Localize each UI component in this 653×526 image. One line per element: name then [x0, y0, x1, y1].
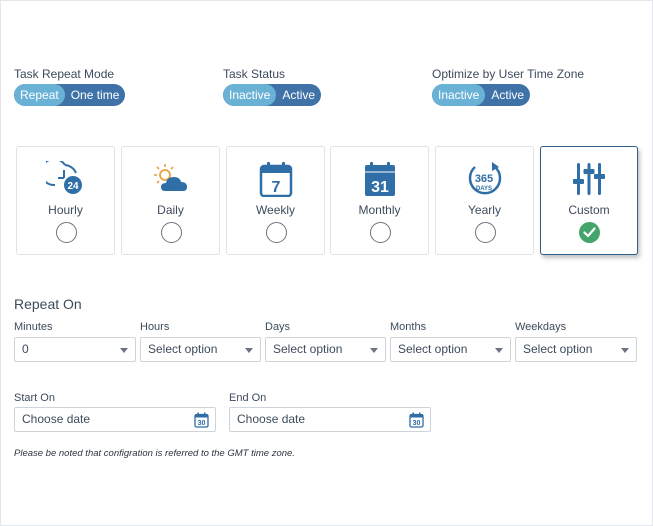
minutes-select[interactable]: 0: [14, 337, 136, 362]
card-daily[interactable]: Daily: [121, 146, 220, 255]
radio-custom[interactable]: [579, 222, 600, 243]
one-time-option[interactable]: One time: [65, 84, 126, 106]
weekdays-value: Select option: [523, 342, 593, 356]
card-hourly[interactable]: 24 Hourly: [16, 146, 115, 255]
hours-value: Select option: [148, 342, 218, 356]
checkmark-icon: [583, 227, 596, 238]
days-select[interactable]: Select option: [265, 337, 386, 362]
card-monthly[interactable]: 31 Monthly: [330, 146, 429, 255]
hours-select[interactable]: Select option: [140, 337, 261, 362]
months-label: Months: [390, 321, 427, 333]
calendar-7-icon: 7: [259, 162, 292, 197]
calendar-icon[interactable]: 30: [194, 412, 209, 428]
yearly-icon-subtext: DAYS: [475, 186, 491, 192]
weekdays-label: Weekdays: [515, 321, 567, 333]
optimize-inactive-option[interactable]: Inactive: [432, 84, 486, 106]
days-label: Days: [265, 321, 291, 333]
task-status-inactive-option[interactable]: Inactive: [223, 84, 277, 106]
card-label: Monthly: [358, 203, 401, 217]
card-custom[interactable]: Custom: [540, 146, 638, 255]
start-calendar-icon-text: 30: [198, 420, 206, 427]
weekly-icon-text: 7: [271, 179, 280, 196]
end-date-placeholder: Choose date: [237, 412, 306, 426]
chevron-down-icon: [120, 348, 128, 353]
days-value: Select option: [273, 342, 343, 356]
sun-cloud-icon: [153, 164, 187, 191]
chevron-down-icon: [245, 348, 253, 353]
card-label: Weekly: [255, 203, 296, 217]
365-days-icon: 365 DAYS: [468, 162, 501, 195]
optimize-time-zone-group: Optimize by User Time Zone Inactive Acti…: [432, 67, 584, 106]
task-repeat-mode-group: Task Repeat Mode Repeat One time: [14, 67, 126, 106]
task-schedule-panel: Task Repeat Mode Repeat One time Task St…: [0, 0, 653, 526]
optimize-time-zone-label: Optimize by User Time Zone: [432, 67, 585, 81]
chevron-down-icon: [370, 348, 378, 353]
end-date-input[interactable]: Choose date 30: [229, 407, 431, 432]
start-date-input[interactable]: Choose date 30: [14, 407, 216, 432]
calendar-31-icon: 31: [364, 162, 395, 196]
card-weekly[interactable]: 7 Weekly: [226, 146, 325, 255]
radio-hourly[interactable]: [55, 222, 77, 243]
radio-daily[interactable]: [160, 222, 182, 243]
radio-monthly[interactable]: [369, 222, 391, 243]
card-label: Hourly: [48, 203, 83, 217]
weekdays-select[interactable]: Select option: [515, 337, 637, 362]
start-on-label: Start On: [14, 392, 55, 404]
card-label: Yearly: [468, 203, 501, 217]
task-repeat-mode-toggle[interactable]: Repeat One time: [14, 84, 126, 106]
chevron-down-icon: [621, 348, 629, 353]
yearly-icon-text: 365: [474, 173, 492, 185]
months-select[interactable]: Select option: [390, 337, 511, 362]
task-repeat-mode-label: Task Repeat Mode: [14, 67, 115, 81]
task-status-group: Task Status Inactive Active: [223, 67, 322, 106]
sliders-icon: [573, 163, 605, 195]
end-calendar-icon-text: 30: [413, 420, 421, 427]
radio-yearly[interactable]: [474, 222, 496, 243]
months-value: Select option: [398, 342, 468, 356]
hourly-clock-24-icon: 24: [45, 161, 82, 194]
hourly-icon-text: 24: [67, 181, 79, 192]
optimize-active-option[interactable]: Active: [485, 84, 530, 106]
calendar-icon[interactable]: 30: [409, 412, 424, 428]
task-status-active-option[interactable]: Active: [276, 84, 321, 106]
timezone-note: Please be noted that configration is ref…: [14, 448, 295, 459]
minutes-value: 0: [22, 342, 29, 356]
chevron-down-icon: [495, 348, 503, 353]
minutes-label: Minutes: [14, 321, 53, 333]
task-status-label: Task Status: [223, 67, 286, 81]
task-status-toggle[interactable]: Inactive Active: [223, 84, 322, 106]
radio-weekly[interactable]: [265, 222, 287, 243]
optimize-time-zone-toggle[interactable]: Inactive Active: [432, 84, 531, 106]
repeat-on-title: Repeat On: [14, 296, 82, 312]
repeat-option[interactable]: Repeat: [14, 84, 65, 106]
card-label: Custom: [568, 203, 610, 217]
card-label: Daily: [157, 203, 184, 217]
monthly-icon-text: 31: [371, 179, 389, 196]
start-date-placeholder: Choose date: [22, 412, 91, 426]
card-yearly[interactable]: 365 DAYS Yearly: [435, 146, 534, 255]
hours-label: Hours: [140, 321, 170, 333]
end-on-label: End On: [229, 392, 267, 404]
